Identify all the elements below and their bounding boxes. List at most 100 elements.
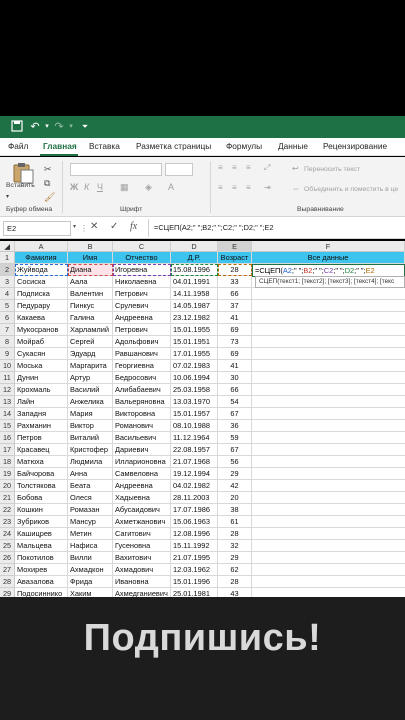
row-header[interactable]: 23 (0, 516, 15, 528)
tab-insert[interactable]: Вставка (89, 141, 120, 151)
cell-dob[interactable]: 15.11.1992 (171, 540, 218, 552)
cell-middlename[interactable]: Самвеловна (113, 468, 171, 480)
select-all-corner[interactable]: ◢ (0, 241, 15, 252)
row-header[interactable]: 8 (0, 336, 15, 348)
cell-firstname[interactable]: Мария (68, 408, 113, 420)
cell-lastname[interactable]: Какаева (15, 312, 68, 324)
row-header[interactable]: 14 (0, 408, 15, 420)
cell-middlename[interactable]: Равшанович (113, 348, 171, 360)
cell-middlename[interactable]: Георгиевна (113, 360, 171, 372)
cell-all-data[interactable] (252, 564, 405, 576)
cell-dob[interactable]: 15.01.1951 (171, 336, 218, 348)
cell-dob[interactable]: 10.06.1994 (171, 372, 218, 384)
cell-age[interactable]: 29 (218, 468, 252, 480)
cell-all-data[interactable] (252, 420, 405, 432)
copy-icon[interactable]: ⧉ (44, 178, 50, 189)
cell-firstname[interactable]: Мансур (68, 516, 113, 528)
cell-firstname[interactable]: Ромазан (68, 504, 113, 516)
column-header-c[interactable]: C (113, 241, 171, 252)
cell-middlename[interactable]: Бедросович (113, 372, 171, 384)
cell-age[interactable]: 30 (218, 372, 252, 384)
tab-home[interactable]: Главная (43, 141, 77, 151)
row-header[interactable]: 15 (0, 420, 15, 432)
cell-dob[interactable]: 15.06.1963 (171, 516, 218, 528)
cell-middlename[interactable]: Вальеряновна (113, 396, 171, 408)
row-header[interactable]: 28 (0, 576, 15, 588)
wrap-text-button[interactable]: Переносить текст (304, 166, 360, 173)
insert-function-icon[interactable]: fx (130, 221, 137, 232)
cell-dob[interactable]: 11.12.1964 (171, 432, 218, 444)
cell-firstname[interactable]: Валентин (68, 288, 113, 300)
merge-center-button[interactable]: Объединить и поместить в це (304, 186, 398, 193)
cell-all-data[interactable] (252, 444, 405, 456)
cell-lastname[interactable]: Толстякова (15, 480, 68, 492)
cell-age[interactable]: 69 (218, 348, 252, 360)
cell-firstname[interactable]: Метин (68, 528, 113, 540)
cell-middlename[interactable]: Романович (113, 420, 171, 432)
tab-page-layout[interactable]: Разметка страницы (136, 141, 211, 151)
cell-age[interactable]: 61 (218, 516, 252, 528)
header-cell-lastname[interactable]: Фамилия (15, 252, 68, 264)
cell-dob[interactable]: 17.01.1955 (171, 348, 218, 360)
cell-dob[interactable]: 15.01.1955 (171, 324, 218, 336)
cell-age[interactable]: 42 (218, 480, 252, 492)
cell-firstname[interactable]: Фрида (68, 576, 113, 588)
row-header[interactable]: 11 (0, 372, 15, 384)
row-header[interactable]: 4 (0, 288, 15, 300)
row-header[interactable]: 7 (0, 324, 15, 336)
cell-age[interactable]: 56 (218, 456, 252, 468)
cell-age[interactable]: 32 (218, 540, 252, 552)
cell-all-data[interactable] (252, 480, 405, 492)
column-header-f[interactable]: F (252, 241, 405, 252)
cell-firstname[interactable]: Анна (68, 468, 113, 480)
cell-all-data[interactable] (252, 372, 405, 384)
font-color-icon[interactable]: A (168, 182, 174, 192)
cell-firstname[interactable]: Харламлий (68, 324, 113, 336)
header-cell-all-data[interactable]: Все данные (252, 252, 405, 264)
cell-lastname[interactable]: Мохирев (15, 564, 68, 576)
row-header[interactable]: 24 (0, 528, 15, 540)
cell-all-data[interactable] (252, 516, 405, 528)
cell-age[interactable]: 41 (218, 360, 252, 372)
cell-middlename[interactable]: Срулевич (113, 300, 171, 312)
wrap-text-icon[interactable]: ↩ (292, 164, 299, 173)
row-header[interactable]: 17 (0, 444, 15, 456)
align-middle-icon[interactable]: ≡ (232, 163, 237, 172)
cell-all-data[interactable] (252, 504, 405, 516)
header-cell-age[interactable]: Возраст (218, 252, 252, 264)
cell-age[interactable]: 66 (218, 288, 252, 300)
tab-file[interactable]: Файл (8, 141, 28, 151)
cell-age[interactable]: 62 (218, 564, 252, 576)
cell-lastname[interactable]: Сосиска (15, 276, 68, 288)
cell-firstname[interactable]: Анжелика (68, 396, 113, 408)
row-header[interactable]: 13 (0, 396, 15, 408)
cell-lastname[interactable]: Покотилов (15, 552, 68, 564)
cell-dob[interactable]: 21.07.1995 (171, 552, 218, 564)
cell-dob[interactable]: 13.03.1970 (171, 396, 218, 408)
cell-lastname[interactable]: Кашицрев (15, 528, 68, 540)
cell-lastname[interactable]: Мукосранов (15, 324, 68, 336)
cell-dob[interactable]: 15.01.1996 (171, 576, 218, 588)
cell-dob[interactable]: 21.07.1968 (171, 456, 218, 468)
cell-dob[interactable]: 07.02.1983 (171, 360, 218, 372)
tab-review[interactable]: Рецензирование (323, 141, 387, 151)
cell-middlename[interactable]: Абусаидович (113, 504, 171, 516)
cell-all-data[interactable] (252, 540, 405, 552)
column-header-a[interactable]: A (15, 241, 68, 252)
cell-middlename[interactable]: Ахмадович (113, 564, 171, 576)
row-header[interactable]: 2 (0, 264, 15, 276)
cell-lastname[interactable]: Жуйвода (15, 264, 68, 276)
fill-color-icon[interactable]: ◈ (145, 182, 152, 193)
cut-icon[interactable]: ✂ (44, 164, 52, 175)
cell-dob[interactable]: 14.05.1987 (171, 300, 218, 312)
cell-dob[interactable]: 08.10.1988 (171, 420, 218, 432)
cell-dob[interactable]: 04.02.1982 (171, 480, 218, 492)
row-header[interactable]: 18 (0, 456, 15, 468)
cell-firstname[interactable]: Виктор (68, 420, 113, 432)
cell-lastname[interactable]: Байчорова (15, 468, 68, 480)
cell-all-data[interactable] (252, 288, 405, 300)
cell-middlename[interactable]: Николаевна (113, 276, 171, 288)
cell-all-data[interactable] (252, 408, 405, 420)
cell-all-data[interactable] (252, 312, 405, 324)
save-icon[interactable] (10, 120, 24, 134)
